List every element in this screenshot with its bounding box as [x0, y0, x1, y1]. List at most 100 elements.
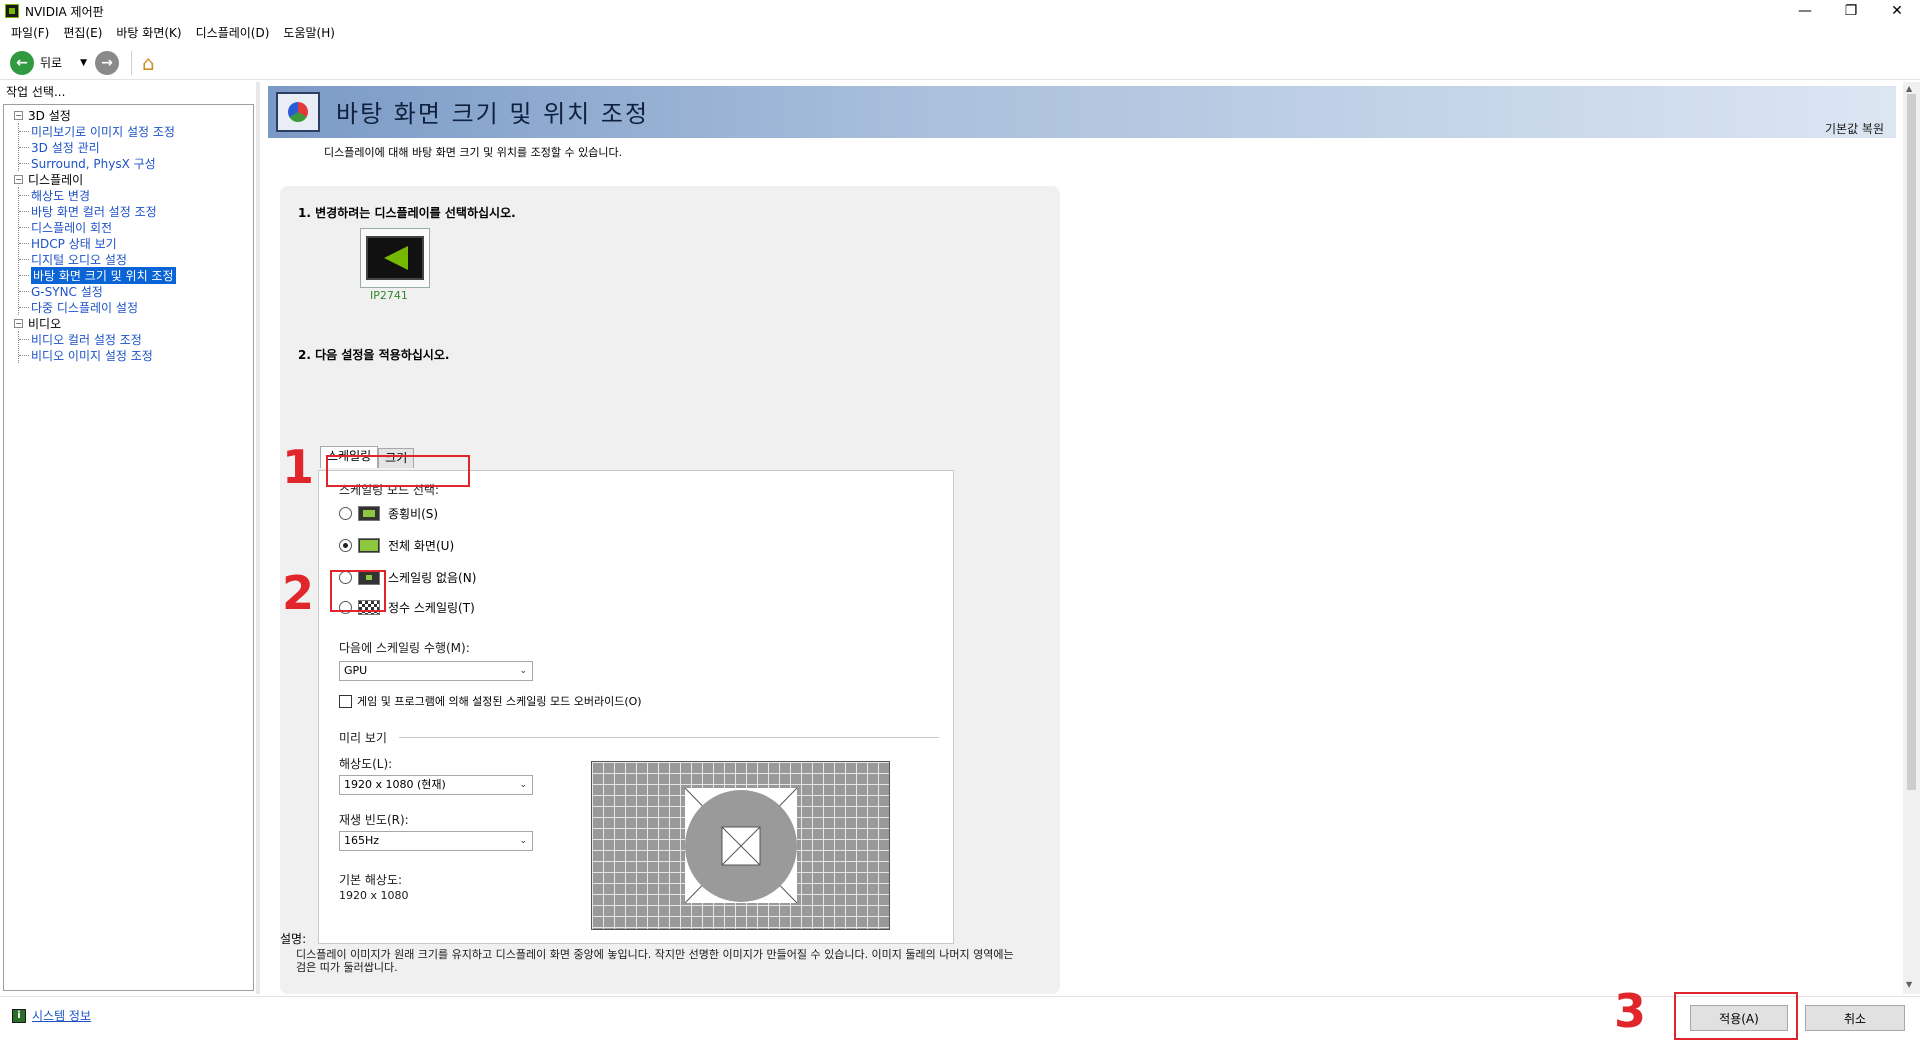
task-pane: 작업 선택... − 3D 설정 미리보기로 이미지 설정 조정 3D 설정 관… — [0, 82, 256, 994]
collapse-icon[interactable]: − — [14, 174, 23, 184]
divider — [398, 737, 939, 738]
system-info[interactable]: i 시스템 정보 — [12, 1007, 91, 1024]
annotation-highlight-apply — [1674, 992, 1798, 1040]
explanation-label: 설명: — [280, 932, 307, 946]
full-screen-icon — [358, 537, 380, 553]
restore-defaults-link[interactable]: 기본값 복원 — [1825, 120, 1884, 137]
menu-help[interactable]: 도움말(H) — [276, 24, 342, 41]
override-scaling-option[interactable]: 게임 및 프로그램에 의해 설정된 스케일링 모드 오버라이드(O) — [339, 693, 642, 709]
mode-label[interactable]: 종횡비(S) — [388, 505, 438, 522]
tree-item[interactable]: Surround, PhysX 구성 — [19, 155, 253, 171]
forward-arrow-icon[interactable]: → — [95, 50, 120, 75]
scroll-up-icon[interactable]: ▲ — [1906, 84, 1912, 93]
override-checkbox[interactable] — [339, 694, 352, 708]
refresh-rate-label: 재생 빈도(R): — [339, 813, 409, 827]
mode-full-screen[interactable]: 전체 화면(U) — [339, 535, 454, 555]
tree-item[interactable]: 디스플레이 회전 — [19, 219, 253, 235]
tree-group-3d: − 3D 설정 미리보기로 이미지 설정 조정 3D 설정 관리 Surroun… — [4, 107, 253, 171]
tree-item[interactable]: 바탕 화면 컬러 설정 조정 — [19, 203, 253, 219]
home-icon[interactable]: ⌂ — [142, 51, 155, 75]
tree-item[interactable]: 다중 디스플레이 설정 — [19, 299, 253, 315]
perform-scaling-label: 다음에 스케일링 수행(M): — [339, 641, 470, 655]
menu-display[interactable]: 디스플레이(D) — [189, 24, 277, 41]
back-button-label[interactable]: 뒤로 — [40, 54, 62, 71]
tree-group-label[interactable]: 디스플레이 — [28, 171, 83, 188]
scrollbar-thumb[interactable] — [1907, 94, 1916, 790]
tree-group-video: − 비디오 비디오 컬러 설정 조정 비디오 이미지 설정 조정 — [4, 315, 253, 363]
cancel-button[interactable]: 취소 — [1805, 1005, 1905, 1031]
scroll-down-icon[interactable]: ▼ — [1906, 980, 1912, 989]
window-title: NVIDIA 제어판 — [25, 4, 104, 19]
tree-item[interactable]: 디지털 오디오 설정 — [19, 251, 253, 267]
scaling-preview — [591, 761, 890, 930]
mode-label[interactable]: 정수 스케일링(T) — [388, 599, 475, 616]
refresh-rate-value: 165Hz — [344, 834, 380, 847]
tree-item[interactable]: 비디오 이미지 설정 조정 — [19, 347, 253, 363]
vertical-scrollbar[interactable]: ▲ ▼ — [1903, 82, 1920, 994]
step2-title: 2. 다음 설정을 적용하십시오. — [298, 348, 450, 362]
back-arrow-icon[interactable]: ← — [10, 50, 34, 75]
system-info-link[interactable]: 시스템 정보 — [32, 1007, 91, 1024]
annotation-number-3: 3 — [1614, 984, 1647, 1038]
annotation-number-2: 2 — [282, 566, 315, 620]
menu-desktop[interactable]: 바탕 화면(K) — [109, 24, 188, 41]
annotation-number-1: 1 — [282, 440, 315, 494]
title-bar: NVIDIA 제어판 — ❐ ✕ — [0, 0, 1920, 22]
tree-group-display: − 디스플레이 해상도 변경 바탕 화면 컬러 설정 조정 디스플레이 회전 H… — [4, 171, 253, 315]
resolution-select[interactable]: 1920 x 1080 (현재) ⌄ — [339, 775, 533, 795]
menu-file[interactable]: 파일(F) — [4, 24, 56, 41]
tree-group-label[interactable]: 3D 설정 — [28, 107, 71, 124]
collapse-icon[interactable]: − — [14, 110, 23, 120]
override-label[interactable]: 게임 및 프로그램에 의해 설정된 스케일링 모드 오버라이드(O) — [357, 693, 642, 709]
step1-title: 1. 변경하려는 디스플레이를 선택하십시오. — [298, 206, 516, 220]
mode-label[interactable]: 전체 화면(U) — [388, 537, 454, 554]
history-dropdown-icon[interactable]: ▼ — [80, 58, 87, 68]
preview-test-pattern — [684, 787, 798, 904]
task-pane-header: 작업 선택... — [6, 85, 66, 99]
nvidia-logo-icon — [5, 4, 19, 18]
native-resolution-value: 1920 x 1080 — [339, 889, 409, 902]
toolbar-divider — [131, 50, 133, 75]
menu-bar: 파일(F) 편집(E) 바탕 화면(K) 디스플레이(D) 도움말(H) — [0, 22, 1920, 42]
page-title: 바탕 화면 크기 및 위치 조정 — [336, 100, 650, 128]
tree-item[interactable]: 미리보기로 이미지 설정 조정 — [19, 123, 253, 139]
annotation-highlight-gpu — [330, 570, 386, 612]
main-content: 바탕 화면 크기 및 위치 조정 기본값 복원 디스플레이에 대해 바탕 화면 … — [260, 82, 1908, 994]
refresh-rate-select[interactable]: 165Hz ⌄ — [339, 831, 533, 851]
native-resolution-label: 기본 해상도: — [339, 873, 403, 887]
collapse-icon[interactable]: − — [14, 318, 23, 328]
settings-panel: 1. 변경하려는 디스플레이를 선택하십시오. IP2741 2. 다음 설정을… — [280, 186, 1060, 994]
aspect-ratio-icon — [358, 505, 380, 521]
mode-aspect-ratio[interactable]: 종횡비(S) — [339, 503, 438, 523]
preview-label: 미리 보기 — [339, 731, 387, 745]
tree-item[interactable]: 비디오 컬러 설정 조정 — [19, 331, 253, 347]
tree-item[interactable]: G-SYNC 설정 — [19, 283, 253, 299]
explanation-text: 디스플레이 이미지가 원래 크기를 유지하고 디스플레이 화면 중앙에 놓입니다… — [296, 948, 1014, 974]
chevron-down-icon: ⌄ — [519, 836, 527, 846]
perform-scaling-select[interactable]: GPU ⌄ — [339, 661, 533, 681]
scaling-tab-content: 스케일링 모드 선택: 종횡비(S) 전체 화면(U) 스케일링 없음(N) 정… — [318, 470, 954, 944]
chevron-down-icon: ⌄ — [519, 666, 527, 676]
maximize-button[interactable]: ❐ — [1828, 0, 1874, 22]
tree-item[interactable]: 해상도 변경 — [19, 187, 253, 203]
page-banner: 바탕 화면 크기 및 위치 조정 기본값 복원 — [268, 86, 1896, 138]
tree-item-selected[interactable]: 바탕 화면 크기 및 위치 조정 — [19, 266, 253, 284]
window-controls: — ❐ ✕ — [1782, 0, 1920, 22]
tree-item[interactable]: HDCP 상태 보기 — [19, 235, 253, 251]
display-selector[interactable] — [360, 228, 430, 288]
tree-item[interactable]: 3D 설정 관리 — [19, 139, 253, 155]
radio-button[interactable] — [339, 506, 352, 520]
mode-label[interactable]: 스케일링 없음(N) — [388, 569, 476, 586]
display-name[interactable]: IP2741 — [370, 289, 408, 302]
minimize-button[interactable]: — — [1782, 0, 1828, 22]
annotation-highlight-full-screen — [326, 455, 470, 487]
task-tree: − 3D 설정 미리보기로 이미지 설정 조정 3D 설정 관리 Surroun… — [3, 104, 254, 991]
close-button[interactable]: ✕ — [1874, 0, 1920, 22]
menu-edit[interactable]: 편집(E) — [56, 24, 109, 41]
resolution-value: 1920 x 1080 (현재) — [344, 778, 446, 791]
desktop-size-icon — [276, 92, 320, 132]
tree-group-label[interactable]: 비디오 — [28, 315, 61, 332]
preview-section-header: 미리 보기 — [339, 729, 939, 746]
radio-button-checked[interactable] — [339, 538, 352, 552]
resolution-label: 해상도(L): — [339, 757, 393, 771]
